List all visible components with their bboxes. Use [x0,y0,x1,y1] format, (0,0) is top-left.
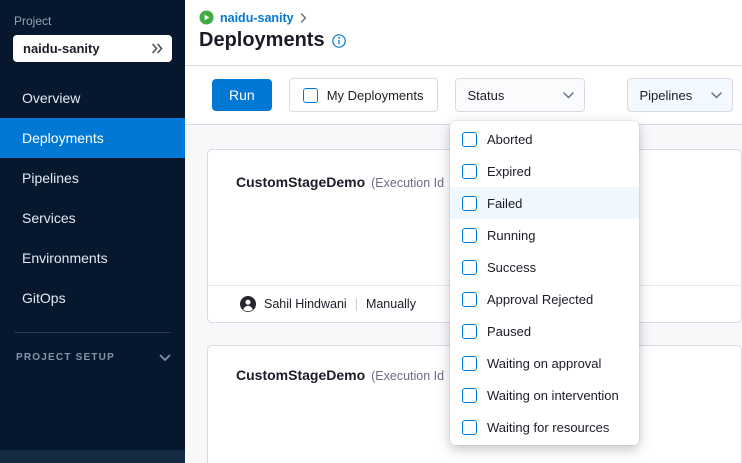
project-label: Project [0,0,185,35]
sidebar-item-label: Overview [22,90,80,106]
menu-item-checkbox[interactable] [462,132,477,147]
sidebar-item-label: Environments [22,250,108,266]
project-setup-label: PROJECT SETUP [16,352,115,363]
status-filter-menu: Aborted Expired Failed Running Success A… [450,121,639,445]
menu-item-checkbox[interactable] [462,260,477,275]
chevron-down-icon [711,92,722,99]
sidebar-item-pipelines[interactable]: Pipelines [0,158,185,198]
app-window: Project naidu-sanity Overview Deployment… [0,0,742,463]
sidebar-item-overview[interactable]: Overview [0,78,185,118]
menu-item-label: Waiting on intervention [487,388,619,403]
menu-item-checkbox[interactable] [462,324,477,339]
menu-item-label: Expired [487,164,531,179]
menu-item-waiting-on-intervention[interactable]: Waiting on intervention [450,379,639,411]
menu-item-label: Aborted [487,132,533,147]
sidebar-footer [0,450,185,463]
main-content: naidu-sanity Deployments Run My Deployme… [185,0,742,463]
menu-item-running[interactable]: Running [450,219,639,251]
menu-item-label: Success [487,260,536,275]
project-selector-value: naidu-sanity [23,41,100,56]
execution-id: (Execution Id [371,176,444,190]
my-deployments-checkbox[interactable] [303,88,318,103]
breadcrumb: naidu-sanity [199,10,728,25]
menu-item-label: Running [487,228,535,243]
menu-item-label: Approval Rejected [487,292,593,307]
sidebar-item-label: Deployments [22,130,104,146]
sidebar-item-label: Pipelines [22,170,79,186]
menu-item-checkbox[interactable] [462,292,477,307]
menu-item-aborted[interactable]: Aborted [450,123,639,155]
sidebar-item-label: Services [22,210,76,226]
menu-item-approval-rejected[interactable]: Approval Rejected [450,283,639,315]
menu-item-waiting-for-resources[interactable]: Waiting for resources [450,411,639,443]
menu-item-expired[interactable]: Expired [450,155,639,187]
menu-item-checkbox[interactable] [462,388,477,403]
pipeline-name: CustomStageDemo [236,174,365,190]
chevron-down-icon [159,354,171,362]
double-chevron-right-icon [151,43,164,54]
menu-item-checkbox[interactable] [462,356,477,371]
menu-item-success[interactable]: Success [450,251,639,283]
menu-item-checkbox[interactable] [462,228,477,243]
sidebar-item-label: GitOps [22,290,66,306]
pipelines-filter-dropdown[interactable]: Pipelines [627,78,733,112]
cd-module-icon [199,10,214,25]
pipeline-name: CustomStageDemo [236,367,365,383]
execution-author: Sahil Hindwani [264,297,347,311]
my-deployments-label: My Deployments [327,88,424,103]
execution-id: (Execution Id [371,369,444,383]
menu-item-label: Waiting on approval [487,356,601,371]
menu-item-label: Paused [487,324,531,339]
sidebar-item-environments[interactable]: Environments [0,238,185,278]
run-button[interactable]: Run [212,79,272,111]
title-row: Deployments [199,29,728,52]
menu-item-checkbox[interactable] [462,196,477,211]
page-header: naidu-sanity Deployments [185,0,742,66]
menu-item-checkbox[interactable] [462,164,477,179]
chevron-down-icon [563,92,574,99]
menu-item-label: Waiting for resources [487,420,609,435]
menu-item-paused[interactable]: Paused [450,315,639,347]
footer-separator: | [355,297,358,311]
project-setup-toggle[interactable]: PROJECT SETUP [0,333,185,363]
menu-item-checkbox[interactable] [462,420,477,435]
sidebar-item-gitops[interactable]: GitOps [0,278,185,318]
menu-item-label: Failed [487,196,522,211]
toolbar: Run My Deployments Status Pipelines [185,66,742,125]
chevron-right-icon [300,13,307,23]
info-icon[interactable] [332,34,346,48]
menu-item-waiting-on-approval[interactable]: Waiting on approval [450,347,639,379]
breadcrumb-project-link[interactable]: naidu-sanity [220,11,294,25]
menu-item-failed[interactable]: Failed [450,187,639,219]
sidebar: Project naidu-sanity Overview Deployment… [0,0,185,463]
execution-trigger: Manually [366,297,416,311]
status-filter-label: Status [468,88,505,103]
sidebar-item-deployments[interactable]: Deployments [0,118,185,158]
page-title: Deployments [199,29,325,52]
sidebar-nav: Overview Deployments Pipelines Services … [0,78,185,318]
project-selector[interactable]: naidu-sanity [13,35,172,62]
user-avatar-icon [240,296,256,312]
pipelines-filter-label: Pipelines [640,88,693,103]
status-filter-dropdown[interactable]: Status [455,78,585,112]
my-deployments-toggle[interactable]: My Deployments [289,78,438,112]
sidebar-item-services[interactable]: Services [0,198,185,238]
